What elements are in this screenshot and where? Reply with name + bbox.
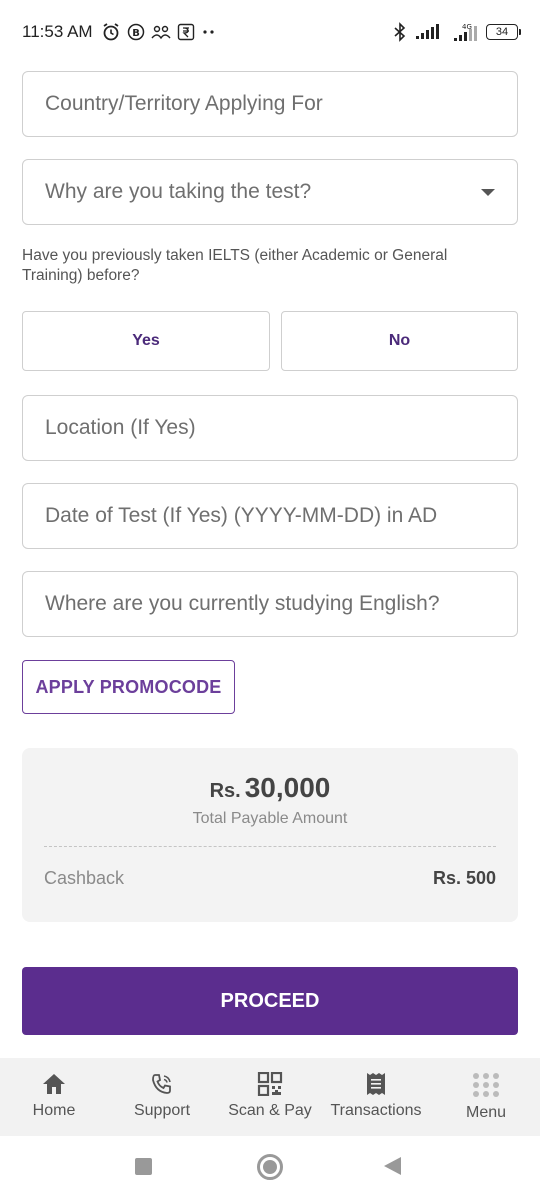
b-badge-icon: B bbox=[127, 23, 145, 41]
yes-label: Yes bbox=[132, 332, 160, 349]
nav-item-support[interactable]: Support bbox=[126, 1072, 198, 1120]
nav-label-scan-pay: Scan & Pay bbox=[228, 1102, 312, 1119]
group-icon bbox=[151, 24, 171, 40]
nav-item-home[interactable]: Home bbox=[22, 1072, 86, 1120]
payment-summary-card: Rs. 30,000 Total Payable Amount Cashback … bbox=[22, 748, 518, 922]
nav-label-transactions: Transactions bbox=[330, 1102, 422, 1119]
location-input[interactable]: Location (If Yes) bbox=[22, 395, 518, 461]
proceed-label: PROCEED bbox=[220, 989, 320, 1012]
divider bbox=[44, 846, 496, 847]
total-amount-label: Total Payable Amount bbox=[192, 810, 348, 827]
yes-option-button[interactable]: Yes bbox=[22, 311, 270, 371]
country-input[interactable]: Country/Territory Applying For bbox=[22, 71, 518, 137]
back-triangle-icon[interactable] bbox=[384, 1157, 401, 1175]
studying-input[interactable]: Where are you currently studying English… bbox=[22, 571, 518, 637]
bluetooth-icon bbox=[392, 22, 408, 42]
status-time: 11:53 AM bbox=[22, 22, 93, 41]
alarm-icon bbox=[101, 22, 121, 42]
battery-icon: 34 bbox=[486, 24, 521, 40]
no-option-button[interactable]: No bbox=[281, 311, 518, 371]
proceed-button[interactable]: PROCEED bbox=[22, 967, 518, 1035]
nav-label-home: Home bbox=[32, 1102, 76, 1119]
rupee-icon bbox=[177, 23, 195, 41]
test-date-input[interactable]: Date of Test (If Yes) (YYYY-MM-DD) in AD bbox=[22, 483, 518, 549]
qr-icon bbox=[257, 1072, 283, 1096]
apply-promocode-button[interactable]: APPLY PROMOCODE bbox=[22, 660, 235, 714]
promocode-label: APPLY PROMOCODE bbox=[35, 676, 222, 697]
reason-dropdown[interactable]: Why are you taking the test? bbox=[22, 159, 518, 225]
more-dots-icon bbox=[201, 29, 217, 35]
signal-icon bbox=[414, 24, 440, 40]
battery-level: 34 bbox=[495, 26, 509, 38]
phone-icon bbox=[149, 1072, 175, 1096]
amount-value: 30,000 bbox=[244, 772, 331, 803]
home-circle-icon[interactable] bbox=[257, 1154, 283, 1180]
home-icon bbox=[41, 1072, 67, 1096]
cashback-label: Cashback bbox=[44, 868, 125, 888]
amount-currency: Rs. bbox=[209, 780, 241, 802]
previous-ielts-question: Have you previously taken IELTS (either … bbox=[22, 247, 448, 284]
nav-item-scan-pay[interactable]: Scan & Pay bbox=[224, 1072, 316, 1120]
date-placeholder: Date of Test (If Yes) (YYYY-MM-DD) in AD bbox=[45, 504, 438, 527]
nav-item-transactions[interactable]: Transactions bbox=[326, 1072, 426, 1120]
nav-item-menu[interactable]: Menu bbox=[454, 1072, 518, 1122]
status-bar: 11:53 AM B 4G 34 bbox=[0, 0, 540, 64]
signal-4g-icon: 4G bbox=[446, 22, 480, 42]
reason-placeholder: Why are you taking the test? bbox=[45, 180, 312, 203]
nav-label-support: Support bbox=[133, 1102, 191, 1119]
cashback-value: Rs. 500 bbox=[432, 868, 496, 888]
caret-down-icon bbox=[481, 188, 495, 196]
recents-icon[interactable] bbox=[135, 1158, 152, 1175]
nav-label-menu: Menu bbox=[465, 1104, 507, 1121]
grid-menu-icon bbox=[471, 1072, 501, 1098]
system-navigation-bar bbox=[0, 1136, 540, 1200]
studying-placeholder: Where are you currently studying English… bbox=[45, 592, 440, 615]
total-amount: Rs. 30,000 bbox=[22, 772, 518, 804]
bottom-navigation: Home Support Scan & Pay Transactions Men… bbox=[0, 1058, 540, 1136]
svg-text:B: B bbox=[132, 28, 140, 39]
no-label: No bbox=[388, 332, 411, 349]
country-placeholder: Country/Territory Applying For bbox=[45, 92, 323, 115]
receipt-icon bbox=[364, 1072, 388, 1096]
location-placeholder: Location (If Yes) bbox=[45, 416, 196, 439]
